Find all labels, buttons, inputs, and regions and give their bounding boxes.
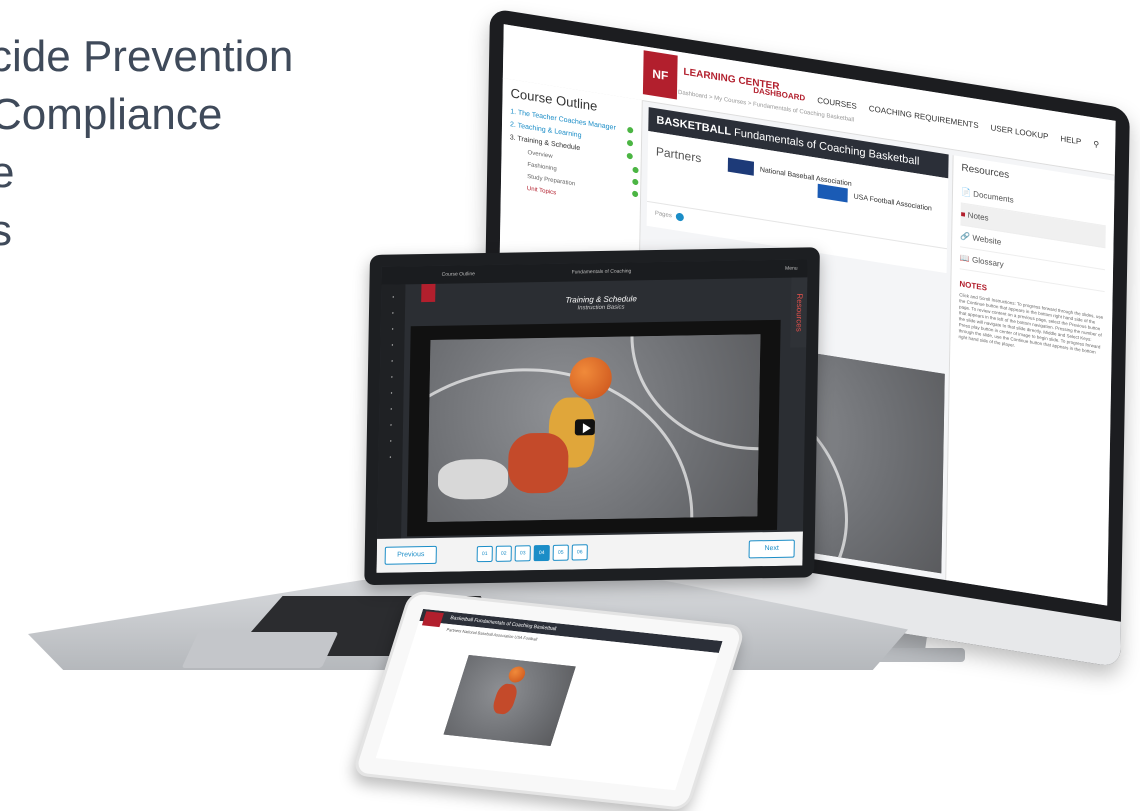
video-frame xyxy=(407,319,781,537)
menu-button[interactable]: Menu xyxy=(785,266,798,272)
laptop-top-bar: Course Outline Fundamentals of Coaching … xyxy=(381,259,808,285)
check-icon xyxy=(632,166,639,174)
check-icon xyxy=(627,126,634,134)
tablet-screen: Basketball Fundamentals of Coaching Bask… xyxy=(375,608,723,791)
play-icon[interactable] xyxy=(574,419,596,436)
rail-item[interactable]: • xyxy=(379,406,403,413)
nav-courses[interactable]: COURSES xyxy=(817,96,857,111)
headline-line-1: cide Prevention xyxy=(0,32,294,81)
left-rail: • • • • • • • • • • • xyxy=(376,284,406,573)
page-button[interactable]: 01 xyxy=(476,545,493,563)
subitem-label: Study Preparation xyxy=(527,173,576,188)
headline-line-2: Compliance xyxy=(0,90,223,139)
page-button[interactable]: 06 xyxy=(571,544,588,561)
partner-name: National Baseball Association xyxy=(759,166,852,189)
rail-item[interactable]: • xyxy=(381,326,405,333)
course-outline-link[interactable]: Course Outline xyxy=(442,271,475,278)
headline-line-4: s xyxy=(0,206,12,255)
notes-icon: ■ xyxy=(960,209,966,220)
video-player[interactable] xyxy=(443,654,576,747)
subitem-label: Overview xyxy=(527,149,553,160)
rail-item[interactable]: • xyxy=(381,294,405,301)
check-icon xyxy=(632,178,639,186)
check-icon xyxy=(626,152,633,160)
partner-name: USA Football Association xyxy=(853,193,932,213)
partner-logo-icon xyxy=(727,157,755,176)
nav-help[interactable]: HELP xyxy=(1060,134,1081,146)
page-button[interactable]: 03 xyxy=(514,545,531,562)
resource-label: Glossary xyxy=(971,255,1004,270)
partners-label: Partners xyxy=(655,144,702,166)
video-player[interactable] xyxy=(427,334,761,523)
page-title: Fundamentals of Coaching xyxy=(571,268,632,276)
headline-line-3: e xyxy=(0,148,15,197)
nfhs-logo[interactable] xyxy=(421,283,436,303)
search-icon[interactable]: ⚲ xyxy=(1093,139,1099,149)
rail-item[interactable]: • xyxy=(379,438,403,445)
player xyxy=(507,432,569,494)
rail-item[interactable]: • xyxy=(379,422,403,429)
page-pager: 01 02 03 04 05 06 xyxy=(476,544,588,563)
rail-item[interactable]: • xyxy=(381,310,405,317)
page-button[interactable]: 02 xyxy=(495,545,512,562)
rail-item[interactable]: • xyxy=(380,374,404,381)
headline-text: cide Prevention Compliance e s xyxy=(0,28,293,260)
page-button-current[interactable]: 04 xyxy=(533,544,550,562)
laptop-screen: Course Outline Fundamentals of Coaching … xyxy=(364,247,820,586)
previous-button[interactable]: Previous xyxy=(384,545,437,565)
rail-item[interactable]: • xyxy=(380,342,404,349)
check-icon xyxy=(626,139,634,147)
document-icon: 📄 xyxy=(960,187,972,198)
resource-label: Website xyxy=(972,233,1002,247)
player xyxy=(437,458,509,500)
subitem-label: Fashioning xyxy=(527,161,557,173)
laptop-display: Course Outline Fundamentals of Coaching … xyxy=(376,259,808,573)
resource-label: Notes xyxy=(967,210,989,223)
resources-tab[interactable]: Resources xyxy=(790,277,808,348)
partner-2[interactable]: USA Football Association xyxy=(817,183,932,216)
next-button[interactable]: Next xyxy=(748,539,795,559)
page-button[interactable]: 05 xyxy=(552,544,569,561)
rail-item[interactable]: • xyxy=(378,454,402,461)
glossary-icon: 📖 xyxy=(959,253,970,264)
subitem-label: Unit Topics xyxy=(526,185,557,197)
rail-item[interactable]: • xyxy=(380,390,404,397)
nfhs-logo[interactable]: NF HS xyxy=(642,50,678,127)
nav-coaching-requirements[interactable]: COACHING REQUIREMENTS xyxy=(869,104,979,130)
laptop-trackpad xyxy=(181,632,339,668)
check-icon xyxy=(632,190,639,198)
lesson-footer: Previous 01 02 03 04 05 06 Next xyxy=(376,531,803,573)
resource-label: Documents xyxy=(973,189,1014,205)
link-icon: 🔗 xyxy=(960,231,971,242)
nav-user-lookup[interactable]: USER LOOKUP xyxy=(990,123,1048,141)
resources-panel: Resources 📄 Documents ■ Notes 🔗 Website … xyxy=(945,155,1115,606)
rail-item[interactable]: • xyxy=(380,358,404,365)
current-page-dot[interactable] xyxy=(675,212,684,222)
pages-label: Pages xyxy=(654,210,672,220)
